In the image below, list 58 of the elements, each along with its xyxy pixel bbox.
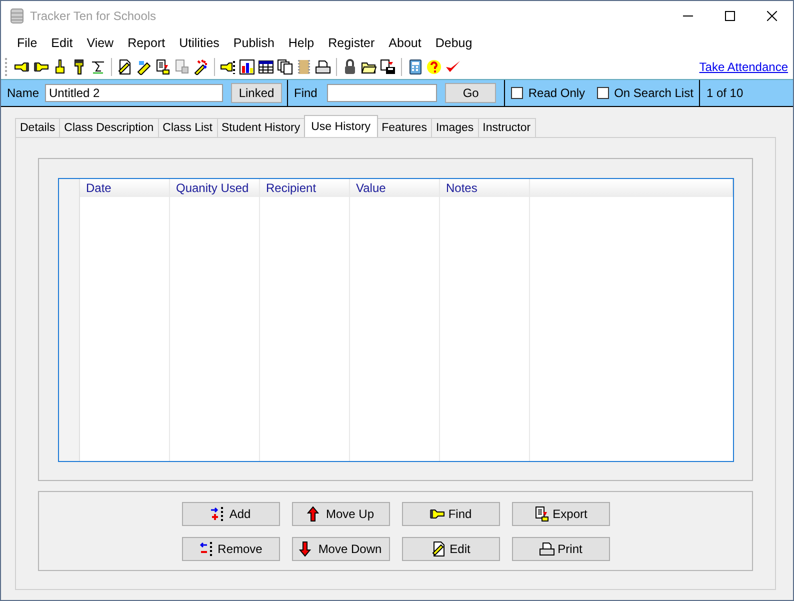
help-icon[interactable]: [426, 59, 442, 76]
remove-icon[interactable]: [198, 541, 215, 558]
name-field[interactable]: Untitled 2: [45, 84, 224, 102]
printer-icon[interactable]: [315, 59, 331, 76]
linked-button[interactable]: Linked: [231, 83, 282, 104]
checkbox[interactable]: [597, 87, 610, 100]
find-field[interactable]: [327, 84, 438, 102]
document-edit-icon[interactable]: [117, 59, 133, 76]
column-header[interactable]: Quanity Used: [170, 179, 260, 198]
take-attendance-link[interactable]: Take Attendance: [699, 60, 788, 74]
document-arrow-icon[interactable]: [534, 506, 550, 522]
export-button[interactable]: Export: [512, 502, 610, 526]
add-button[interactable]: Add: [182, 502, 280, 526]
calculator-icon[interactable]: [407, 59, 423, 76]
document-arrow-icon[interactable]: [155, 59, 171, 76]
tab[interactable]: Details: [15, 118, 60, 138]
checkbox-label: Read Only: [528, 86, 586, 100]
find-label: Find: [293, 86, 318, 100]
print-button[interactable]: Print: [512, 537, 610, 562]
edit-button[interactable]: Edit: [402, 537, 500, 562]
lock-icon[interactable]: [342, 59, 358, 76]
menu-item[interactable]: About: [382, 36, 428, 50]
menu-item[interactable]: Help: [281, 36, 322, 50]
record-count: 1 of 10: [705, 86, 744, 100]
checkbox-label: On Search List: [614, 86, 694, 100]
menu-item[interactable]: Edit: [44, 36, 80, 50]
menu-item[interactable]: Publish: [226, 36, 282, 50]
down-button[interactable]: Move Down: [292, 537, 390, 562]
menu-item[interactable]: Utilities: [172, 36, 226, 50]
menu-item[interactable]: Debug: [428, 36, 480, 50]
checkbox[interactable]: [511, 87, 524, 100]
pen-icon[interactable]: [136, 59, 152, 76]
menu-item[interactable]: File: [10, 36, 44, 50]
menu-item[interactable]: View: [80, 36, 121, 50]
remove-button[interactable]: Remove: [182, 537, 280, 562]
tab[interactable]: Instructor: [478, 118, 536, 138]
close-icon[interactable]: [767, 10, 777, 21]
column-header[interactable]: Recipient: [260, 179, 350, 198]
go-button[interactable]: Go: [445, 83, 496, 104]
column-header[interactable]: Notes: [440, 179, 530, 198]
column-header[interactable]: Date: [80, 179, 170, 198]
window-title: Tracker Ten for Schools: [30, 8, 156, 23]
printer-icon[interactable]: [538, 541, 555, 558]
sparkle-icon[interactable]: [193, 59, 209, 76]
column-header[interactable]: Value: [350, 179, 440, 198]
documents-icon[interactable]: [277, 59, 293, 76]
tab[interactable]: Use History: [304, 115, 378, 138]
menu-item[interactable]: Register: [321, 36, 382, 50]
up-button[interactable]: Move Up: [292, 502, 390, 526]
menu-item[interactable]: Report: [120, 36, 172, 50]
table-icon[interactable]: [258, 59, 274, 76]
name-label: Name: [6, 86, 40, 100]
maximize-icon[interactable]: [725, 10, 735, 21]
document-edit-icon[interactable]: [430, 541, 447, 558]
bar-chart-icon[interactable]: [239, 59, 255, 76]
app-icon: [10, 8, 24, 24]
save-icon[interactable]: [380, 59, 396, 76]
find-button[interactable]: Find: [402, 502, 500, 526]
